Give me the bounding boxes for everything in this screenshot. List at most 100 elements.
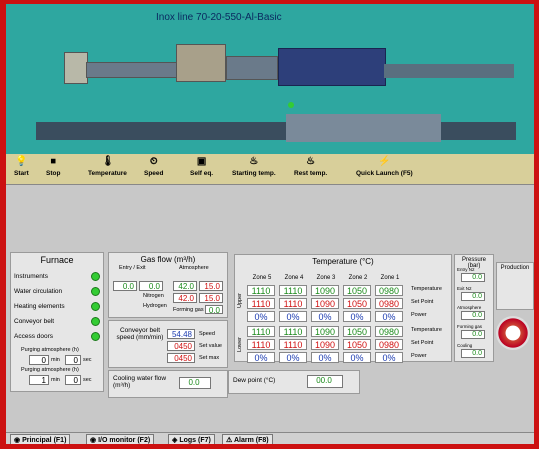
gas-r1-c3: 42.0: [173, 281, 197, 291]
pressure-panel: Pressure (bar) Entry N2 0.0 Exit N2 0.0 Atmo…: [454, 254, 494, 362]
temp-upper-s-zone1[interactable]: 0980: [375, 298, 403, 309]
purge2-sec-field[interactable]: 0: [65, 375, 81, 385]
io-icon: ◉: [90, 437, 97, 444]
tab-principal-label: Principal (F1): [22, 437, 67, 444]
purge2-label: Purging atmosphere (h): [21, 367, 79, 373]
tab-io-monitor[interactable]: ◉ I/O monitor (F2): [86, 434, 155, 444]
dew-point-label: Dew point (°C): [233, 377, 276, 384]
gas-r1-c4[interactable]: 15.0: [199, 281, 223, 291]
pressure-value: 0.0: [461, 292, 485, 301]
gas-r1-c2: 0.0: [139, 281, 163, 291]
heating-elements-label: Heating elements: [14, 303, 65, 310]
self-eq-button[interactable]: ▣ Self eq.: [190, 156, 213, 177]
belt-max-value[interactable]: 0450: [167, 353, 195, 363]
rest-temp-label: Rest temp.: [294, 170, 328, 177]
temp-lower-p-zone3: 0%: [311, 352, 339, 363]
temp-upper-p-zone1: 0%: [375, 311, 403, 322]
upper-temp-label: Temperature: [411, 286, 442, 292]
cooling-water-value: 0.0: [179, 377, 211, 389]
pressure-label: Atmosphere: [457, 305, 482, 310]
upper-set-label: Set Point: [411, 299, 434, 305]
temp-lower-s-zone5[interactable]: 1110: [247, 339, 275, 350]
tab-bar: ◉ Principal (F1) ◉ I/O monitor (F2) ◈ Lo…: [6, 432, 534, 444]
self-eq-label: Self eq.: [190, 170, 214, 177]
gas-forming-label: Forming gas: [173, 307, 204, 313]
dew-point-panel: Dew point (°C) 00.0: [228, 370, 360, 394]
temp-upper-s-zone3[interactable]: 1090: [311, 298, 339, 309]
gas-left-header: Entry / Exit: [119, 265, 146, 271]
temperature-button[interactable]: 🌡 Temperature: [88, 156, 127, 177]
purge-sec-unit: sec: [83, 357, 92, 363]
pressure-value: 0.0: [461, 311, 485, 320]
gas-r2-c4[interactable]: 15.0: [199, 293, 223, 303]
temp-upper-p-zone4: 0%: [279, 311, 307, 322]
tab-alarm[interactable]: ⚠ Alarm (F8): [222, 434, 273, 444]
lightbulb-icon: 💡: [15, 156, 28, 167]
temp-lower-s-zone4[interactable]: 1110: [279, 339, 307, 350]
temp-lower-s-zone3[interactable]: 1090: [311, 339, 339, 350]
belt-speed-panel: Conveyor belt speed (mm/min) 54.48 Speed…: [108, 320, 228, 368]
gas-nitrogen-label: Nitrogen: [143, 293, 164, 299]
gas-right-header: Atmosphere: [179, 265, 209, 271]
pressure-value: 0.0: [461, 330, 485, 339]
cooling-water-label: Cooling water flow (m³/h): [113, 375, 167, 389]
temp-lower-s-zone2[interactable]: 1050: [343, 339, 371, 350]
temp-lower-p-zone4: 0%: [279, 352, 307, 363]
belt-speed-label: Speed: [199, 331, 215, 337]
temp-upper-t-zone4: 1110: [279, 285, 307, 296]
purge-min-field[interactable]: 0: [29, 355, 49, 365]
stop-button[interactable]: ⏹ Stop: [46, 156, 60, 177]
temp-lower-t-zone3: 1090: [311, 326, 339, 337]
rest-temp-button[interactable]: ♨ Rest temp.: [294, 156, 327, 177]
quick-launch-button[interactable]: ⚡ Quick Launch (F5): [356, 156, 413, 177]
heating-led: [91, 302, 100, 311]
stop-label: Stop: [46, 170, 61, 177]
purge2-sec-unit: sec: [83, 377, 92, 383]
gas-r2-c3: 42.0: [173, 293, 197, 303]
furnace-body: [278, 48, 386, 86]
purge-sec-field[interactable]: 0: [65, 355, 81, 365]
furnace-panel: Furnace Instruments Water circulation He…: [10, 252, 104, 392]
belt-set-label: Set value: [199, 343, 222, 349]
main-window: Inox line 70-20-550-Al-Basic 💡 Start ⏹ Sto…: [6, 4, 534, 444]
lower-label: Lower: [237, 337, 243, 352]
tab-alarm-label: Alarm (F8): [233, 437, 269, 444]
start-label: Start: [14, 170, 29, 177]
upper-power-label: Power: [411, 312, 427, 318]
stop-icon: ⏹: [50, 156, 56, 167]
heat-icon: ♨: [306, 156, 316, 167]
temp-upper-s-zone4[interactable]: 1110: [279, 298, 307, 309]
conveyor-led: [91, 317, 100, 326]
instruments-led: [91, 272, 100, 281]
temp-lower-t-zone1: 0980: [375, 326, 403, 337]
purge2-min-field[interactable]: 1: [29, 375, 49, 385]
gas-r1-c1[interactable]: 0.0: [113, 281, 137, 291]
temp-upper-s-zone2[interactable]: 1050: [343, 298, 371, 309]
belt-set-value[interactable]: 0450: [167, 341, 195, 351]
lower-set-label: Set Point: [411, 340, 434, 346]
process-line-scene: Inox line 70-20-550-Al-Basic: [6, 4, 534, 154]
tab-logs[interactable]: ◈ Logs (F7): [168, 434, 215, 444]
heat-icon: ♨: [249, 156, 259, 167]
purge2-min-unit: min: [51, 377, 60, 383]
purge-min-unit: min: [51, 357, 60, 363]
gas-flow-title: Gas flow (m³/h): [140, 255, 196, 264]
pressure-label: Forming gas: [457, 324, 483, 329]
equalizer-icon: ▣: [196, 156, 207, 167]
pressure-label: Cooling: [457, 343, 473, 348]
temp-lower-s-zone1[interactable]: 0980: [375, 339, 403, 350]
return-conveyor-right: [441, 122, 516, 140]
production-panel: Production: [496, 262, 534, 310]
quick-launch-label: Quick Launch (F5): [356, 170, 413, 177]
tab-principal[interactable]: ◉ Principal (F1): [10, 434, 71, 444]
line-title: Inox line 70-20-550-Al-Basic: [156, 12, 282, 23]
temp-upper-t-zone3: 1090: [311, 285, 339, 296]
access-doors-label: Access doors: [14, 333, 54, 340]
temp-upper-s-zone5[interactable]: 1110: [247, 298, 275, 309]
temp-upper-t-zone5: 1110: [247, 285, 275, 296]
speed-button[interactable]: ⏲ Speed: [144, 156, 164, 177]
start-button[interactable]: 💡 Start: [14, 156, 29, 177]
launch-icon: ⚡: [378, 156, 391, 167]
starting-temp-button[interactable]: ♨ Starting temp.: [232, 156, 276, 177]
speed-label: Speed: [144, 170, 164, 177]
